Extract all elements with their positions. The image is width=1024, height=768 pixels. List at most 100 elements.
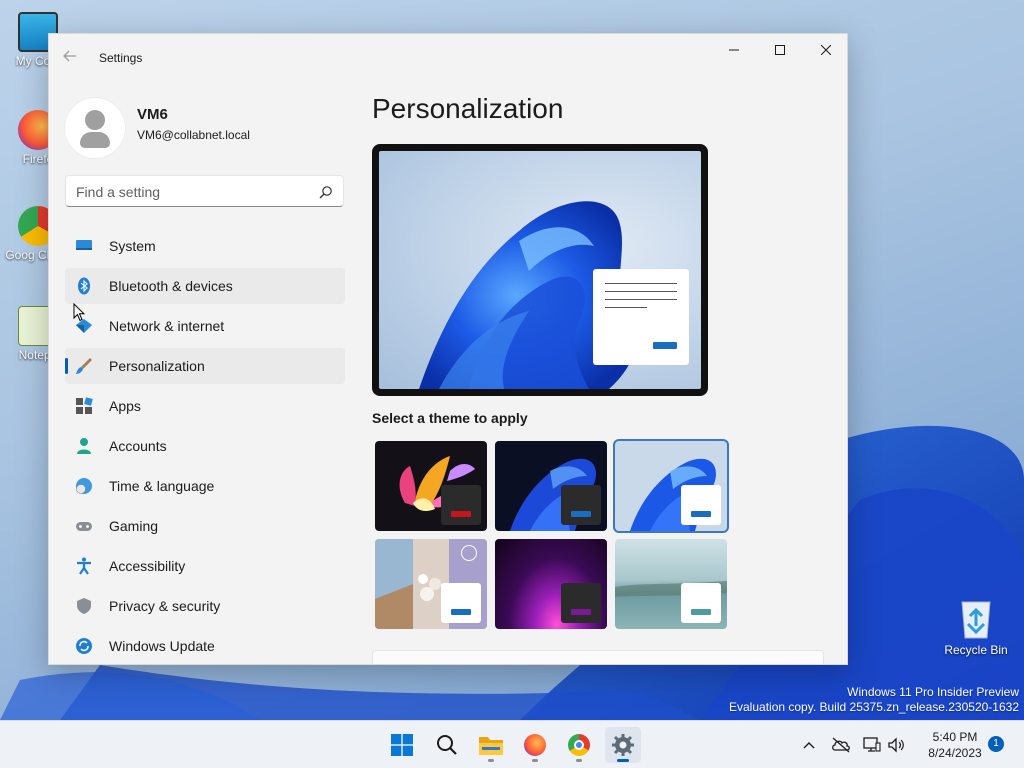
page-title: Personalization	[372, 93, 564, 124]
running-indicator	[488, 759, 494, 762]
nav-item-accounts[interactable]: Accounts	[65, 428, 345, 464]
close-button[interactable]	[803, 34, 847, 66]
show-hidden-icons-button[interactable]	[798, 727, 820, 763]
nav-item-apps[interactable]: Apps	[65, 388, 345, 424]
nav-item-privacy-security[interactable]: Privacy & security	[65, 588, 345, 624]
theme-mini-window	[681, 485, 721, 525]
settings-search-box[interactable]	[65, 175, 344, 207]
watermark-line2: Evaluation copy. Build 25375.zn_release.…	[729, 700, 1019, 714]
search-input[interactable]	[76, 182, 306, 202]
search-icon	[437, 735, 457, 755]
preview-dialog-window	[593, 269, 689, 365]
gear-icon	[612, 734, 634, 756]
theme-mini-window	[561, 583, 601, 623]
taskbar: 5:40 PM 8/24/2023 1	[0, 720, 1024, 768]
mouse-cursor-icon	[73, 303, 85, 322]
nav-item-label: Accessibility	[109, 558, 186, 574]
maximize-icon	[775, 45, 785, 55]
apps-icon	[76, 397, 93, 414]
preview-screen	[379, 151, 701, 389]
nav-item-gaming[interactable]: Gaming	[65, 508, 345, 544]
chevron-up-icon	[803, 742, 815, 749]
bluetooth-icon	[78, 277, 90, 295]
minimize-button[interactable]	[711, 34, 757, 66]
search-button[interactable]	[429, 727, 465, 763]
accessibility-icon	[77, 557, 91, 575]
notification-badge[interactable]: 1	[988, 736, 1004, 752]
theme-captured-motion[interactable]	[495, 539, 607, 629]
accounts-icon	[77, 438, 91, 454]
settings-button[interactable]	[605, 727, 641, 763]
windows-logo-icon	[391, 734, 413, 756]
minimize-icon	[729, 49, 739, 51]
maximize-button[interactable]	[757, 34, 803, 66]
nav-item-label: Network & internet	[109, 318, 225, 334]
close-icon	[821, 45, 831, 55]
nav-item-label: Time & language	[109, 478, 215, 494]
clock-date: 8/24/2023	[928, 746, 982, 760]
watermark-line1: Windows 11 Pro Insider Preview	[847, 685, 1019, 699]
nav-item-bluetooth[interactable]: Bluetooth & devices	[65, 268, 345, 304]
network-tray-button[interactable]	[860, 727, 884, 763]
chrome-button[interactable]	[561, 727, 597, 763]
nav-item-label: Windows Update	[109, 638, 215, 654]
file-explorer-button[interactable]	[473, 727, 509, 763]
recycle-bin-icon	[961, 601, 991, 639]
theme-section-label: Select a theme to apply	[372, 410, 528, 426]
theme-accent-swatch	[571, 511, 591, 517]
nav-item-label: Gaming	[109, 518, 159, 534]
firefox-button[interactable]	[517, 727, 553, 763]
window-title: Settings	[99, 51, 143, 65]
title-bar[interactable]: Settings	[49, 34, 847, 82]
nav-item-system[interactable]: System	[65, 228, 345, 264]
nav-item-label: Personalization	[109, 358, 205, 374]
running-indicator	[532, 759, 538, 762]
onedrive-tray-button[interactable]	[828, 727, 854, 763]
theme-mini-window	[441, 583, 481, 623]
nav-item-label: Bluetooth & devices	[109, 278, 233, 294]
theme-flow[interactable]	[615, 539, 727, 629]
nav-item-label: Accounts	[109, 438, 167, 454]
nav-item-label: System	[109, 238, 156, 254]
windows-update-icon	[76, 638, 92, 654]
volume-tray-button[interactable]	[884, 727, 908, 763]
running-indicator	[576, 759, 582, 762]
desktop-icon-recycle-bin[interactable]: Recycle Bin	[940, 596, 1012, 657]
nav-item-label: Privacy & security	[109, 598, 221, 614]
spotlight-icon	[461, 545, 477, 561]
start-button[interactable]	[384, 727, 420, 763]
theme-accent-swatch	[691, 609, 711, 615]
nav-item-network[interactable]: Network & internet	[65, 308, 345, 344]
theme-windows-dark[interactable]	[495, 441, 607, 531]
folder-icon	[479, 737, 503, 755]
theme-accent-swatch	[451, 511, 471, 517]
theme-mini-window	[561, 485, 601, 525]
gaming-icon	[76, 522, 92, 531]
theme-mini-window	[681, 583, 721, 623]
nav-item-label: Apps	[109, 398, 141, 414]
theme-accent-swatch	[571, 609, 591, 615]
user-profile[interactable]: VM6 VM6@collabnet.local	[65, 98, 345, 158]
recycle-bin-label: Recycle Bin	[944, 643, 1008, 657]
chrome-icon	[568, 734, 590, 756]
nav-item-accessibility[interactable]: Accessibility	[65, 548, 345, 584]
user-name: VM6	[137, 106, 168, 123]
nav-item-personalization[interactable]: Personalization	[65, 348, 345, 384]
speaker-icon	[888, 737, 904, 753]
settings-card-partial[interactable]	[372, 650, 824, 664]
theme-windows-light[interactable]	[615, 441, 727, 531]
settings-nav: System Bluetooth & devices Network & int…	[65, 228, 345, 664]
nav-item-time-language[interactable]: Time & language	[65, 468, 345, 504]
taskbar-clock[interactable]: 5:40 PM 8/24/2023	[912, 729, 998, 761]
theme-grid	[373, 439, 733, 631]
nav-item-windows-update[interactable]: Windows Update	[65, 628, 345, 664]
theme-mini-window	[441, 485, 481, 525]
theme-accent-swatch	[451, 609, 471, 615]
preview-accent-button	[653, 342, 677, 349]
personalization-icon	[76, 358, 92, 374]
back-arrow-icon[interactable]	[63, 49, 79, 65]
theme-spotlight[interactable]	[375, 539, 487, 629]
search-icon	[319, 186, 332, 199]
theme-glow[interactable]	[375, 441, 487, 531]
ethernet-icon	[863, 737, 881, 752]
